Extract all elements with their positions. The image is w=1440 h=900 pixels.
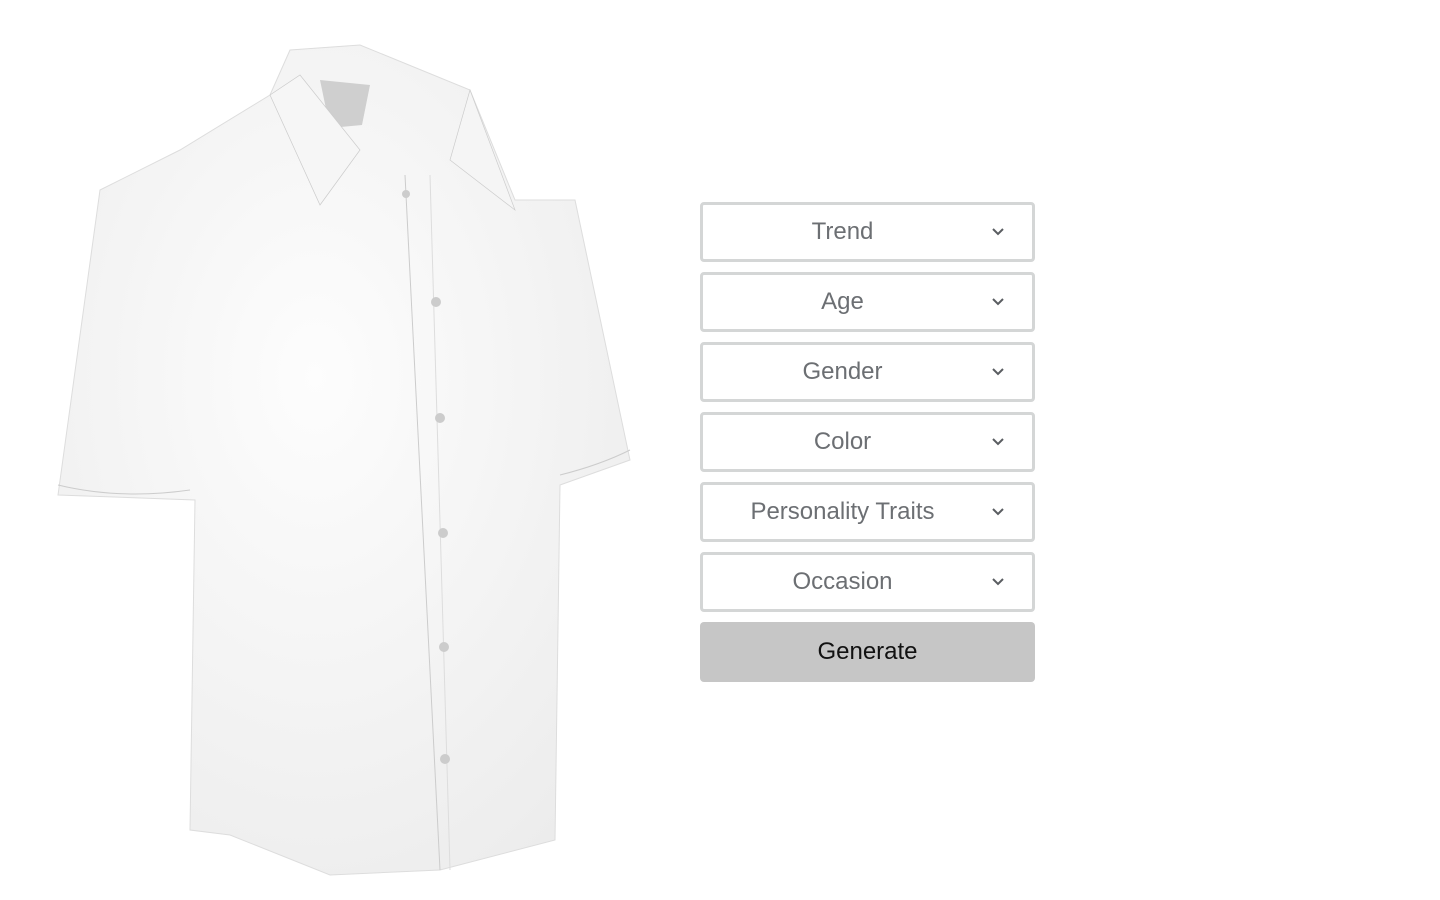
occasion-dropdown-label: Occasion (792, 568, 893, 595)
chevron-down-icon (992, 368, 1004, 376)
shirt-preview-image (57, 44, 631, 876)
generate-button[interactable]: Generate (700, 622, 1035, 682)
color-dropdown[interactable]: Color (700, 412, 1035, 472)
trend-dropdown-label: Trend (811, 218, 874, 245)
personality-traits-dropdown-label: Personality Traits (750, 498, 935, 525)
gender-dropdown-label: Gender (802, 358, 883, 385)
occasion-dropdown[interactable]: Occasion (700, 552, 1035, 612)
color-dropdown-label: Color (813, 428, 872, 455)
gender-dropdown[interactable]: Gender (700, 342, 1035, 402)
age-dropdown-label: Age (821, 288, 864, 315)
trend-dropdown[interactable]: Trend (700, 202, 1035, 262)
age-dropdown[interactable]: Age (700, 272, 1035, 332)
shirt-generator-form: Trend Age Gender Color Personality Trait… (700, 202, 1035, 682)
chevron-down-icon (992, 438, 1004, 446)
chevron-down-icon (992, 298, 1004, 306)
personality-traits-dropdown[interactable]: Personality Traits (700, 482, 1035, 542)
chevron-down-icon (992, 228, 1004, 236)
chevron-down-icon (992, 578, 1004, 586)
chevron-down-icon (992, 508, 1004, 516)
